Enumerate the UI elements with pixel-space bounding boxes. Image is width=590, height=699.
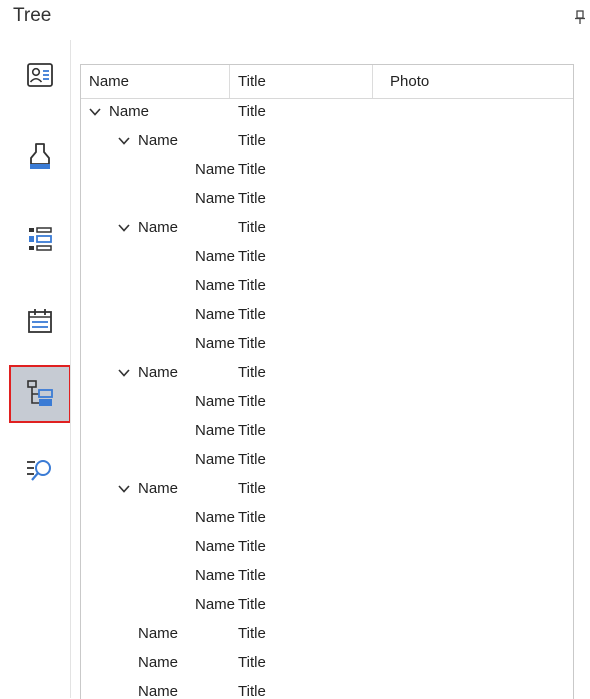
row-name: Name bbox=[109, 103, 150, 120]
row-title: Title bbox=[238, 422, 266, 439]
tree-row[interactable]: Name Title bbox=[81, 215, 573, 244]
calendar-icon bbox=[28, 309, 52, 333]
tree-row[interactable]: Name Title bbox=[81, 128, 573, 157]
row-name: Name bbox=[194, 277, 235, 294]
row-title: Title bbox=[238, 567, 266, 584]
chevron-down-icon[interactable] bbox=[118, 137, 130, 145]
pin-icon[interactable] bbox=[574, 10, 586, 24]
tree-row[interactable]: Name Title bbox=[81, 389, 573, 418]
tree-row[interactable]: Name Title bbox=[81, 244, 573, 273]
tree-row[interactable]: Name Title bbox=[81, 331, 573, 360]
tree-row[interactable]: Name Title bbox=[81, 505, 573, 534]
row-title: Title bbox=[238, 683, 266, 699]
sidebar-item-brush[interactable] bbox=[11, 130, 69, 184]
tree-row[interactable]: Name Title bbox=[81, 157, 573, 186]
row-title: Title bbox=[238, 335, 266, 352]
column-header-title[interactable]: Title bbox=[230, 65, 373, 98]
tree-header: Name Title Photo bbox=[81, 65, 573, 99]
chevron-down-icon[interactable] bbox=[89, 108, 101, 116]
row-title: Title bbox=[238, 219, 266, 236]
tree-row[interactable]: Name Title bbox=[81, 418, 573, 447]
row-name: Name bbox=[194, 567, 235, 584]
row-name: Name bbox=[194, 393, 235, 410]
row-name: Name bbox=[194, 451, 235, 468]
row-title: Title bbox=[238, 596, 266, 613]
paint-brush-icon bbox=[30, 143, 50, 169]
tree-view: Name Title Photo Name Title Name Title Name T… bbox=[80, 64, 574, 699]
tree-row[interactable]: Name Title bbox=[81, 447, 573, 476]
row-name: Name bbox=[194, 335, 235, 352]
chevron-down-icon[interactable] bbox=[118, 485, 130, 493]
row-title: Title bbox=[238, 277, 266, 294]
row-title: Title bbox=[238, 364, 266, 381]
row-name: Name bbox=[138, 480, 179, 497]
row-name: Name bbox=[138, 132, 179, 149]
row-title: Title bbox=[238, 538, 266, 555]
row-title: Title bbox=[238, 451, 266, 468]
row-title: Title bbox=[238, 509, 266, 526]
tree-body: Name Title Name Title Name Title Name Title Name… bbox=[81, 99, 573, 699]
tree-row[interactable]: Name Title bbox=[81, 99, 573, 128]
tree-row[interactable]: Name Title bbox=[81, 302, 573, 331]
sidebar bbox=[0, 40, 71, 698]
tree-row[interactable]: Name Title bbox=[81, 621, 573, 650]
row-name: Name bbox=[138, 625, 179, 642]
sidebar-item-contact-card[interactable] bbox=[11, 48, 69, 102]
row-title: Title bbox=[238, 103, 266, 120]
row-title: Title bbox=[238, 132, 266, 149]
tree-row[interactable]: Name Title bbox=[81, 186, 573, 215]
tree-row[interactable]: Name Title bbox=[81, 563, 573, 592]
search-list-icon bbox=[27, 460, 51, 481]
chevron-down-icon[interactable] bbox=[118, 224, 130, 232]
row-name: Name bbox=[194, 306, 235, 323]
row-title: Title bbox=[238, 654, 266, 671]
row-name: Name bbox=[194, 596, 235, 613]
row-title: Title bbox=[238, 393, 266, 410]
row-name: Name bbox=[138, 364, 179, 381]
row-name: Name bbox=[194, 248, 235, 265]
column-header-photo[interactable]: Photo bbox=[382, 65, 570, 98]
list-layout-icon bbox=[29, 227, 52, 251]
row-title: Title bbox=[238, 306, 266, 323]
row-name: Name bbox=[194, 190, 235, 207]
tree-row[interactable]: Name Title bbox=[81, 273, 573, 302]
contact-card-icon bbox=[27, 63, 53, 87]
sidebar-item-list-layout[interactable] bbox=[11, 212, 69, 266]
tree-row[interactable]: Name Title bbox=[81, 534, 573, 563]
tree-structure-icon bbox=[27, 380, 53, 406]
row-title: Title bbox=[238, 161, 266, 178]
tree-row[interactable]: Name Title bbox=[81, 650, 573, 679]
row-title: Title bbox=[238, 248, 266, 265]
row-name: Name bbox=[138, 219, 179, 236]
row-name: Name bbox=[194, 422, 235, 439]
row-title: Title bbox=[238, 190, 266, 207]
tree-row[interactable]: Name Title bbox=[81, 679, 573, 699]
row-name: Name bbox=[138, 683, 179, 699]
row-name: Name bbox=[138, 654, 179, 671]
tree-row[interactable]: Name Title bbox=[81, 476, 573, 505]
tree-row[interactable]: Name Title bbox=[81, 592, 573, 621]
row-title: Title bbox=[238, 625, 266, 642]
row-name: Name bbox=[194, 161, 235, 178]
sidebar-divider bbox=[70, 40, 71, 698]
sidebar-item-calendar[interactable] bbox=[11, 294, 69, 348]
sidebar-item-search[interactable] bbox=[11, 444, 69, 498]
row-name: Name bbox=[194, 509, 235, 526]
tree-row[interactable]: Name Title bbox=[81, 360, 573, 389]
chevron-down-icon[interactable] bbox=[118, 369, 130, 377]
sidebar-item-tree[interactable] bbox=[9, 365, 71, 423]
row-name: Name bbox=[194, 538, 235, 555]
panel-title: Tree bbox=[13, 5, 52, 26]
row-title: Title bbox=[238, 480, 266, 497]
column-header-name[interactable]: Name bbox=[81, 65, 230, 98]
